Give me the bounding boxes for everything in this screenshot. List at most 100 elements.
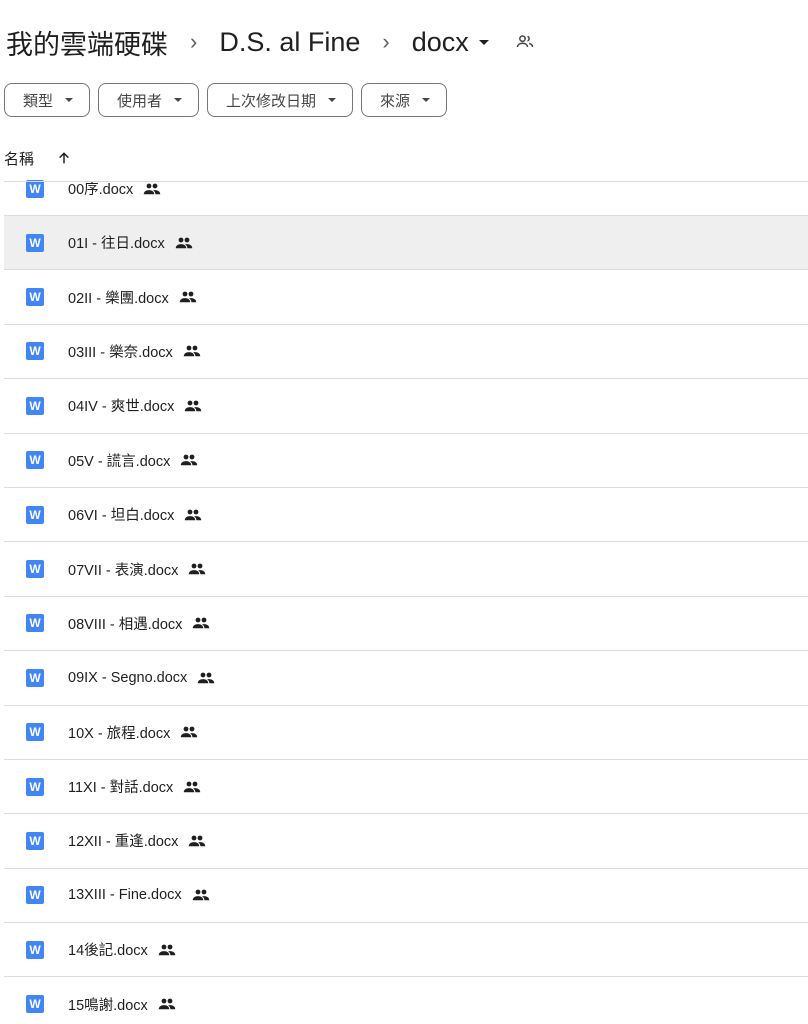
shared-people-icon — [158, 997, 176, 1011]
file-row[interactable]: W 06VI - 坦白.docx — [4, 488, 808, 543]
file-row-content: W 06VI - 坦白.docx — [4, 504, 202, 525]
file-row-content: W 10X - 旅程.docx — [4, 722, 198, 743]
chip-label: 上次修改日期 — [226, 92, 317, 110]
file-row-content: W 09IX - Segno.docx — [4, 668, 215, 687]
file-row[interactable]: W 05V - 謊言.docx — [4, 434, 808, 488]
shared-people-icon — [188, 834, 206, 848]
file-name: 13XIII - Fine.docx — [68, 887, 182, 904]
file-name: 10X - 旅程.docx — [68, 725, 171, 742]
word-document-icon: W — [26, 886, 44, 905]
word-document-icon: W — [26, 233, 44, 252]
shared-people-icon — [179, 290, 197, 304]
breadcrumb: 我的雲端硬碟 › D.S. al Fine › docx — [4, 18, 535, 66]
file-name: 04IV - 爽世.docx — [68, 399, 175, 416]
file-row[interactable]: W 03III - 樂奈.docx — [4, 325, 808, 380]
word-document-icon: W — [26, 995, 44, 1014]
shared-people-icon — [197, 671, 215, 685]
filter-modified-chip[interactable]: 上次修改日期 — [207, 83, 354, 117]
file-row[interactable]: W 00序.docx — [4, 162, 808, 216]
file-name: 12XII - 重逢.docx — [68, 834, 179, 851]
chip-label: 類型 — [23, 92, 54, 110]
file-row-content: W 12XII - 重逢.docx — [4, 830, 206, 851]
file-name: 07VII - 表演.docx — [68, 562, 179, 579]
shared-people-icon — [180, 725, 198, 739]
breadcrumb-current: docx — [411, 26, 469, 57]
filter-source-chip[interactable]: 來源 — [361, 83, 448, 117]
file-name: 09IX - Segno.docx — [68, 669, 188, 686]
file-row[interactable]: W 15鳴謝.docx — [4, 977, 808, 1024]
file-row-content: W 00序.docx — [4, 178, 161, 215]
shared-people-icon — [180, 453, 198, 467]
shared-people-icon — [158, 943, 176, 957]
breadcrumb-parent[interactable]: D.S. al Fine — [217, 23, 362, 62]
file-row-content: W 05V - 謊言.docx — [4, 450, 198, 471]
breadcrumb-current-dropdown[interactable]: docx — [410, 23, 489, 62]
caret-down-icon — [478, 39, 489, 45]
shared-people-icon — [188, 562, 206, 576]
file-row-content: W 03III - 樂奈.docx — [4, 341, 201, 362]
file-name: 08VIII - 相遇.docx — [68, 616, 183, 633]
file-row-content: W 02II - 樂團.docx — [4, 287, 197, 308]
word-document-icon: W — [26, 777, 44, 796]
file-row-content: W 08VIII - 相遇.docx — [4, 613, 210, 634]
filter-chips: 類型 使用者 上次修改日期 來源 — [4, 83, 448, 117]
file-row-content: W 04IV - 爽世.docx — [4, 395, 202, 416]
shared-people-icon — [143, 182, 161, 196]
file-row[interactable]: W 02II - 樂團.docx — [4, 270, 808, 325]
word-document-icon: W — [26, 342, 44, 361]
file-row[interactable]: W 04IV - 爽世.docx — [4, 379, 808, 434]
file-name: 14後記.docx — [68, 943, 148, 960]
file-row[interactable]: W 09IX - Segno.docx — [4, 651, 808, 706]
shared-people-icon — [183, 344, 201, 358]
caret-down-icon — [65, 98, 74, 102]
name-column-header[interactable]: 名稱 — [4, 146, 73, 170]
shared-people-icon — [192, 616, 210, 630]
chip-label: 來源 — [380, 92, 411, 110]
breadcrumb-separator: › — [382, 29, 390, 54]
file-row-content: W 11XI - 對話.docx — [4, 776, 201, 797]
word-document-icon: W — [26, 560, 44, 579]
shared-people-icon — [184, 399, 202, 413]
filter-people-chip[interactable]: 使用者 — [98, 83, 200, 117]
shared-people-icon — [175, 236, 193, 250]
file-name: 02II - 樂團.docx — [68, 290, 169, 307]
file-name: 06VI - 坦白.docx — [68, 508, 175, 525]
file-row[interactable]: W 13XIII - Fine.docx — [4, 869, 808, 924]
word-document-icon: W — [26, 668, 44, 687]
caret-down-icon — [328, 98, 337, 102]
file-row[interactable]: W 12XII - 重逢.docx — [4, 814, 808, 869]
word-document-icon: W — [26, 614, 44, 633]
chip-label: 使用者 — [117, 92, 163, 110]
file-row-content: W 14後記.docx — [4, 939, 176, 960]
file-row[interactable]: W 01I - 往日.docx — [4, 216, 808, 271]
file-row-content: W 13XIII - Fine.docx — [4, 886, 210, 905]
file-name: 01I - 往日.docx — [68, 236, 165, 253]
file-name: 11XI - 對話.docx — [68, 780, 174, 797]
shared-people-icon — [183, 780, 201, 794]
file-row-content: W 15鳴謝.docx — [4, 994, 176, 1015]
header-divider — [4, 181, 808, 182]
shared-folder-people-icon[interactable] — [515, 32, 535, 52]
file-list: W 00序.docx W 01I - 往日.docx W 02II - 樂團.docx W 0… — [4, 162, 808, 1024]
breadcrumb-separator: › — [190, 29, 198, 54]
file-row-content: W 07VII - 表演.docx — [4, 559, 206, 580]
filter-type-chip[interactable]: 類型 — [4, 83, 91, 117]
word-document-icon: W — [26, 451, 44, 470]
sort-ascending-arrow-icon[interactable] — [56, 150, 72, 166]
file-row[interactable]: W 14後記.docx — [4, 923, 808, 978]
word-document-icon: W — [26, 505, 44, 524]
shared-people-icon — [192, 888, 210, 902]
word-document-icon: W — [26, 288, 44, 307]
file-row[interactable]: W 11XI - 對話.docx — [4, 760, 808, 815]
file-row[interactable]: W 07VII - 表演.docx — [4, 542, 808, 597]
file-row-content: W 01I - 往日.docx — [4, 232, 193, 253]
caret-down-icon — [422, 98, 431, 102]
file-row[interactable]: W 08VIII - 相遇.docx — [4, 597, 808, 652]
word-document-icon: W — [26, 723, 44, 742]
word-document-icon: W — [26, 179, 44, 198]
caret-down-icon — [174, 98, 183, 102]
shared-people-icon — [184, 508, 202, 522]
file-row[interactable]: W 10X - 旅程.docx — [4, 706, 808, 760]
breadcrumb-root[interactable]: 我的雲端硬碟 — [4, 19, 170, 66]
word-document-icon: W — [26, 396, 44, 415]
